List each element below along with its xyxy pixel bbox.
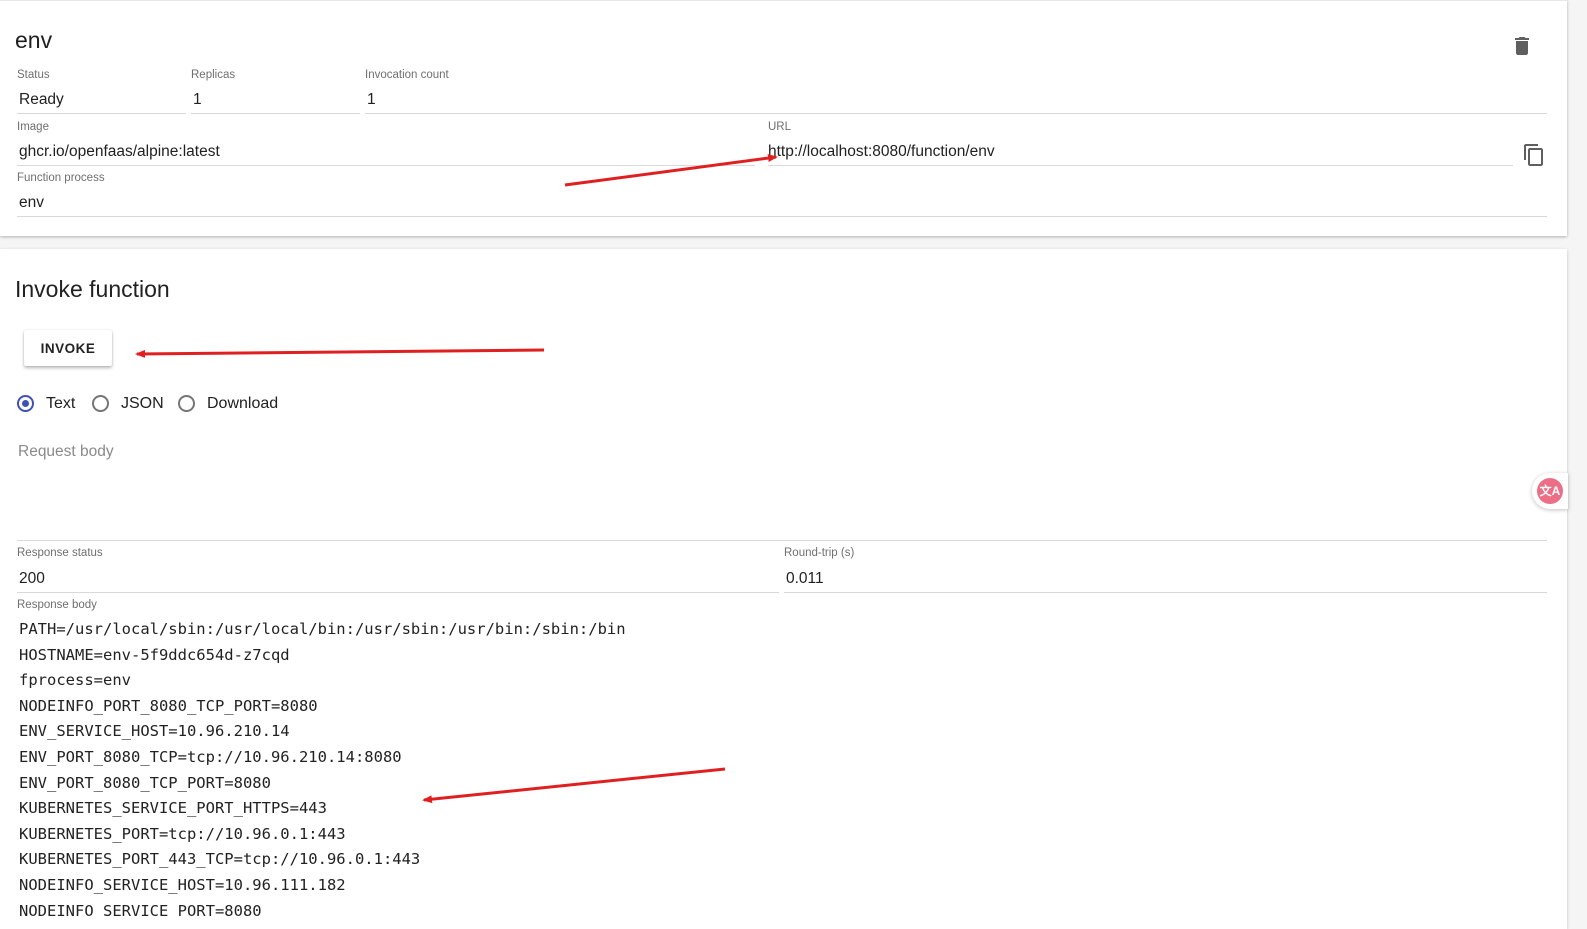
round-trip-value: 0.011 [786, 570, 824, 587]
radio-unselected-icon [92, 395, 109, 412]
content-type-text-option[interactable]: Text [17, 394, 87, 414]
response-body-label: Response body [17, 599, 97, 611]
request-body-placeholder: Request body [18, 443, 114, 460]
round-trip-field: Round-trip (s) 0.011 [784, 547, 1547, 593]
response-line: NODEINFO_SERVICE_HOST=10.96.111.182 [19, 875, 346, 894]
delete-function-button[interactable] [1510, 34, 1534, 58]
invoke-section-title: Invoke function [15, 276, 170, 302]
content-type-text-label: Text [46, 395, 76, 412]
invocation-count-field: Invocation count 1 [365, 69, 1547, 115]
image-field: Image ghcr.io/openfaas/alpine:latest [17, 121, 755, 167]
response-status-value: 200 [19, 570, 45, 587]
round-trip-label: Round-trip (s) [784, 547, 855, 559]
response-line: ENV_PORT_8080_TCP=tcp://10.96.210.14:808… [19, 747, 402, 766]
status-field: Status Ready [17, 69, 186, 115]
replicas-value: 1 [193, 91, 202, 108]
invocation-count-label: Invocation count [365, 69, 449, 81]
response-line: ENV_SERVICE_HOST=10.96.210.14 [19, 722, 290, 741]
function-process-value: env [19, 194, 44, 211]
translate-extension-button[interactable]: 文A [1532, 473, 1568, 509]
replicas-field: Replicas 1 [191, 69, 360, 115]
content-type-download-label: Download [207, 395, 279, 412]
translate-icon: 文A [1537, 478, 1563, 504]
response-status-field: Response status 200 [17, 547, 779, 593]
status-value: Ready [19, 91, 64, 108]
response-line: KUBERNETES_PORT=tcp://10.96.0.1:443 [19, 824, 346, 843]
function-details-card: env Status Ready Replicas 1 Invocation c… [0, 0, 1567, 236]
request-body-input[interactable]: Request body [17, 438, 1547, 541]
function-process-label: Function process [17, 172, 105, 184]
replicas-label: Replicas [191, 69, 236, 81]
content-type-download-option[interactable]: Download [178, 394, 283, 414]
copy-url-button[interactable] [1522, 143, 1546, 167]
response-line: PATH=/usr/local/sbin:/usr/local/bin:/usr… [19, 620, 626, 638]
response-line: NODEINFO_PORT_8080_TCP_PORT=8080 [19, 696, 318, 715]
url-field: URL http://localhost:8080/function/env [768, 121, 1513, 167]
radio-selected-icon [17, 395, 34, 412]
response-line: ENV_PORT_8080_TCP_PORT=8080 [19, 773, 271, 792]
radio-unselected-icon [178, 395, 195, 412]
copy-icon [1524, 144, 1543, 166]
function-name-title: env [15, 27, 53, 53]
url-label: URL [768, 121, 792, 133]
response-line: fprocess=env [19, 671, 131, 690]
response-body-output[interactable]: PATH=/usr/local/sbin:/usr/local/bin:/usr… [19, 617, 1519, 917]
content-type-json-label: JSON [121, 395, 164, 412]
url-value[interactable]: http://localhost:8080/function/env [768, 143, 995, 161]
status-label: Status [17, 69, 50, 81]
image-label: Image [17, 121, 49, 133]
invocation-count-value: 1 [367, 91, 376, 108]
response-line: HOSTNAME=env-5f9ddc654d-z7cqd [19, 645, 290, 664]
response-line: KUBERNETES_PORT_443_TCP=tcp://10.96.0.1:… [19, 850, 421, 869]
trash-icon [1515, 37, 1529, 55]
response-line: KUBERNETES_SERVICE_PORT_HTTPS=443 [19, 799, 327, 818]
image-value: ghcr.io/openfaas/alpine:latest [19, 143, 220, 160]
content-type-json-option[interactable]: JSON [92, 394, 167, 414]
response-status-label: Response status [17, 547, 103, 559]
response-line: NODEINFO_SERVICE_PORT=8080 [19, 901, 262, 917]
invoke-button[interactable]: INVOKE [24, 330, 112, 366]
function-process-field: Function process env [17, 172, 1547, 218]
